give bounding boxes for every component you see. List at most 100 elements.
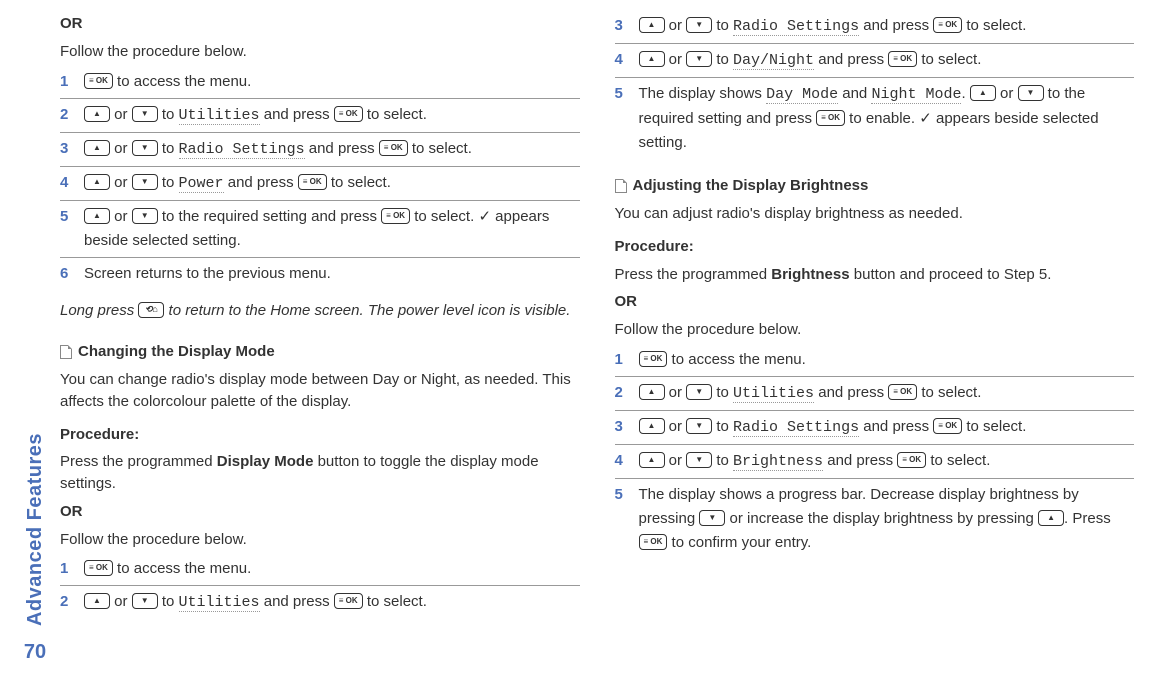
ok-button-icon xyxy=(84,73,113,89)
step-text: or xyxy=(665,17,687,34)
step-row: 2 or to Utilities and press to select. xyxy=(615,377,1135,411)
menu-item: Utilities xyxy=(733,385,814,403)
step-text: and xyxy=(838,85,871,102)
step-text: to xyxy=(158,593,179,610)
section-label: Advanced Features xyxy=(24,433,47,626)
step-text: to xyxy=(712,17,733,34)
menu-item: Radio Settings xyxy=(179,141,305,159)
step-text: to xyxy=(712,418,733,435)
step-row: 3 or to Radio Settings and press to sele… xyxy=(615,411,1135,445)
down-button-icon xyxy=(132,106,158,122)
step-number: 2 xyxy=(60,103,84,127)
document-icon xyxy=(60,345,72,359)
step-body: to access the menu. xyxy=(639,348,1135,372)
ok-button-icon xyxy=(888,384,917,400)
step-text: to select. xyxy=(926,452,990,469)
down-button-icon xyxy=(686,384,712,400)
step-text: to select. xyxy=(363,593,427,610)
step-text: to xyxy=(712,384,733,401)
ok-button-icon xyxy=(84,560,113,576)
up-button-icon xyxy=(84,593,110,609)
proc-bold: Brightness xyxy=(771,266,849,283)
check-icon: ✓ xyxy=(478,208,491,225)
step-body: or to Power and press to select. xyxy=(84,171,580,196)
up-button-icon xyxy=(84,208,110,224)
proc-part: Press the programmed xyxy=(60,453,217,470)
procedure-text: Press the programmed Display Mode button… xyxy=(60,451,580,495)
up-button-icon xyxy=(639,452,665,468)
step-text: or xyxy=(665,51,687,68)
step-body: to access the menu. xyxy=(84,557,580,581)
step-text: or increase the display brightness by pr… xyxy=(725,510,1038,527)
step-body: or to Utilities and press to select. xyxy=(639,381,1135,406)
heading-text: Adjusting the Display Brightness xyxy=(633,177,869,194)
step-number: 5 xyxy=(615,483,639,507)
step-text: or xyxy=(110,208,132,225)
step-number: 1 xyxy=(615,348,639,372)
proc-part: button and proceed to Step 5. xyxy=(850,266,1052,283)
document-icon xyxy=(615,179,627,193)
step-number: 2 xyxy=(60,590,84,614)
menu-item: Radio Settings xyxy=(733,18,859,36)
step-row: 1 to access the menu. xyxy=(60,66,580,99)
step-text: or xyxy=(665,418,687,435)
proc-bold: Display Mode xyxy=(217,453,314,470)
step-body: or to Radio Settings and press to select… xyxy=(84,137,580,162)
step-body: or to Radio Settings and press to select… xyxy=(639,14,1135,39)
procedure-text: Press the programmed Brightness button a… xyxy=(615,264,1135,286)
step-text: and press xyxy=(859,17,933,34)
step-row: 1 to access the menu. xyxy=(615,344,1135,377)
step-row: 4 or to Power and press to select. xyxy=(60,167,580,201)
down-button-icon xyxy=(132,140,158,156)
step-number: 4 xyxy=(615,449,639,473)
ok-button-icon xyxy=(381,208,410,224)
step-number: 4 xyxy=(60,171,84,195)
proc-part: Press the programmed xyxy=(615,266,772,283)
procedure-label: Procedure: xyxy=(615,236,1135,258)
step-body: or to Brightness and press to select. xyxy=(639,449,1135,474)
step-text: or xyxy=(996,85,1018,102)
step-number: 3 xyxy=(615,415,639,439)
step-body: or to Utilities and press to select. xyxy=(84,103,580,128)
content: OR Follow the procedure below. 1 to acce… xyxy=(60,10,1134,684)
step-text: to access the menu. xyxy=(113,73,251,90)
step-text: or xyxy=(665,384,687,401)
or-label: OR xyxy=(615,293,638,310)
step-text: The display shows xyxy=(639,85,767,102)
step-row: 2 or to Utilities and press to select. xyxy=(60,586,580,619)
menu-item: Utilities xyxy=(179,107,260,125)
step-text: to access the menu. xyxy=(667,351,805,368)
note-text: Long press to return to the Home screen.… xyxy=(60,300,580,323)
step-row: 5 or to the required setting and press t… xyxy=(60,201,580,258)
step-text: and press xyxy=(224,174,298,191)
step-text: to select. xyxy=(408,140,472,157)
step-text: to xyxy=(712,51,733,68)
right-column: 3 or to Radio Settings and press to sele… xyxy=(615,10,1135,684)
follow-text: Follow the procedure below. xyxy=(60,41,580,63)
up-button-icon xyxy=(84,174,110,190)
ok-button-icon xyxy=(298,174,327,190)
down-button-icon xyxy=(132,593,158,609)
or-label: OR xyxy=(60,503,83,520)
step-text: to select. xyxy=(962,17,1026,34)
left-column: OR Follow the procedure below. 1 to acce… xyxy=(60,10,580,684)
step-row: 5 The display shows Day Mode and Night M… xyxy=(615,78,1135,159)
step-number: 5 xyxy=(615,82,639,106)
step-number: 3 xyxy=(615,14,639,38)
up-button-icon xyxy=(84,140,110,156)
down-button-icon xyxy=(686,51,712,67)
step-text: . xyxy=(961,85,969,102)
menu-item: Day/Night xyxy=(733,52,814,70)
step-row: 3 or to Radio Settings and press to sele… xyxy=(60,133,580,167)
or-label: OR xyxy=(60,15,83,32)
step-text: and press xyxy=(823,452,897,469)
up-button-icon xyxy=(639,17,665,33)
menu-item: Night Mode xyxy=(871,86,961,104)
step-row: 5 The display shows a progress bar. Decr… xyxy=(615,479,1135,559)
step-text: and press xyxy=(859,418,933,435)
step-number: 1 xyxy=(60,557,84,581)
step-text: to select. xyxy=(363,106,427,123)
procedure-label: Procedure: xyxy=(60,424,580,446)
step-text: or xyxy=(110,140,132,157)
section-heading: Adjusting the Display Brightness xyxy=(615,177,1135,194)
